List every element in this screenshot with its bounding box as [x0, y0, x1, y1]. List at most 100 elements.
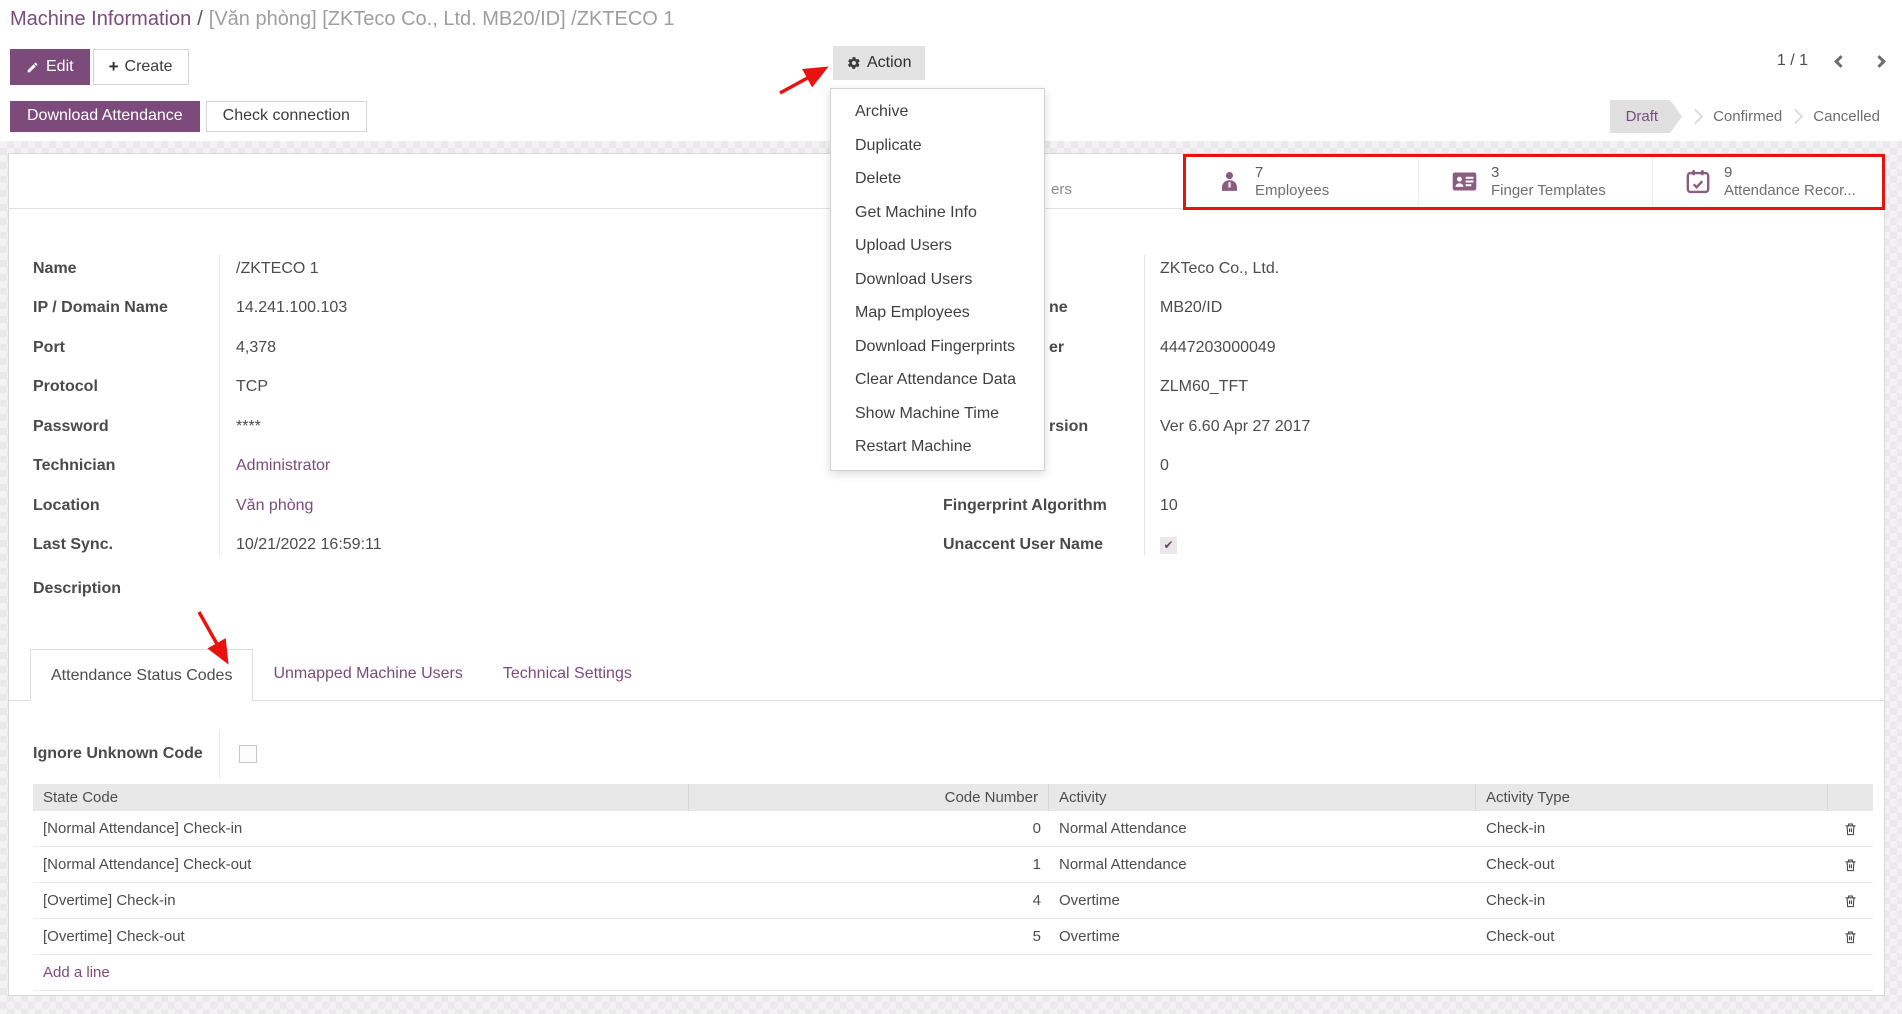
column-header-activity[interactable]: Activity — [1049, 784, 1476, 811]
add-a-line-link[interactable]: Add a line — [33, 955, 1873, 991]
field-label: Technician — [33, 457, 219, 475]
gear-icon — [847, 56, 861, 70]
field-value: ZKTeco Co., Ltd. — [1144, 260, 1279, 278]
ignore-unknown-code-checkbox[interactable] — [239, 745, 257, 763]
action-menu-item[interactable]: Download Users — [831, 263, 1044, 297]
stat-value: 7 — [1255, 164, 1329, 182]
edit-button-label: Edit — [46, 58, 74, 76]
field-label: Port — [33, 339, 219, 357]
stat-button-machine-users-occluded[interactable]: ers — [1051, 181, 1072, 198]
form-field-row: Last Sync. 10/21/2022 16:59:11 — [33, 526, 653, 566]
ignore-unknown-code-label: Ignore Unknown Code — [33, 745, 219, 763]
status-codes-table: State Code Code Number Activity Activity… — [33, 784, 1873, 991]
action-menu-item[interactable]: Show Machine Time — [831, 397, 1044, 431]
cell-state-code: [Overtime] Check-in — [33, 883, 689, 918]
field-value: 10/21/2022 16:59:11 — [219, 536, 382, 554]
status-step-draft[interactable]: Draft — [1610, 100, 1683, 133]
table-row[interactable]: [Normal Attendance] Check-out 1 Normal A… — [33, 847, 1873, 883]
table-row[interactable]: [Overtime] Check-in 4 Overtime Check-in — [33, 883, 1873, 919]
field-value: 4,378 — [219, 339, 276, 357]
statusbar: Draft Confirmed Cancelled — [1610, 99, 1888, 134]
table-body: [Normal Attendance] Check-in 0 Normal At… — [33, 811, 1873, 955]
edit-button[interactable]: Edit — [10, 49, 90, 85]
cell-activity-type: Check-out — [1476, 847, 1828, 882]
field-label: Last Sync. — [33, 536, 219, 554]
field-label: Name — [33, 260, 219, 278]
breadcrumb-section-link[interactable]: Machine Information — [10, 8, 191, 30]
cell-code-number: 0 — [689, 811, 1049, 846]
stat-label: Employees — [1255, 182, 1329, 200]
status-step-confirmed[interactable]: Confirmed — [1713, 108, 1782, 125]
form-field-row: rsion Ver 6.60 Apr 27 2017 — [943, 407, 1685, 447]
action-menu-item[interactable]: Delete — [831, 162, 1044, 196]
notebook-tabs: Attendance Status Codes Unmapped Machine… — [9, 648, 1884, 701]
field-value: Ver 6.60 Apr 27 2017 — [1144, 418, 1310, 436]
table-row[interactable]: [Overtime] Check-out 5 Overtime Check-ou… — [33, 919, 1873, 955]
action-menu-item[interactable]: Restart Machine — [831, 430, 1044, 464]
form-field-row: Port 4,378 — [33, 328, 653, 368]
delete-row-button[interactable] — [1843, 893, 1858, 909]
form-field-row: 0 — [943, 447, 1685, 487]
delete-row-button[interactable] — [1843, 821, 1858, 837]
download-attendance-button[interactable]: Download Attendance — [10, 101, 200, 132]
action-button[interactable]: Action — [833, 46, 925, 80]
statusbar-chevron-icon — [1788, 109, 1804, 125]
ignore-unknown-code-row: Ignore Unknown Code — [33, 734, 653, 774]
field-value: 10 — [1144, 497, 1178, 515]
column-header-code-number[interactable]: Code Number — [689, 784, 1049, 811]
status-step-cancelled[interactable]: Cancelled — [1813, 108, 1880, 125]
tab-unmapped-machine-users[interactable]: Unmapped Machine Users — [253, 648, 482, 700]
pager: 1 / 1 — [1777, 52, 1884, 70]
stat-button-employees[interactable]: 7 Employees — [1184, 154, 1418, 209]
table-row[interactable]: [Normal Attendance] Check-in 0 Normal At… — [33, 811, 1873, 847]
tab-technical-settings[interactable]: Technical Settings — [483, 648, 652, 700]
form-field-row: Name /ZKTECO 1 — [33, 249, 653, 289]
plus-icon: + — [109, 57, 119, 77]
column-header-state-code[interactable]: State Code — [33, 784, 689, 811]
stat-button-attendance-records[interactable]: 9 Attendance Recor... — [1652, 154, 1886, 209]
cell-activity: Overtime — [1049, 883, 1476, 918]
stat-value: 3 — [1491, 164, 1606, 182]
action-menu-item[interactable]: Get Machine Info — [831, 196, 1044, 230]
check-connection-button[interactable]: Check connection — [206, 101, 367, 132]
action-menu-item[interactable]: Archive — [831, 95, 1044, 129]
field-label: rsion — [1049, 418, 1144, 436]
cell-state-code: [Normal Attendance] Check-out — [33, 847, 689, 882]
action-dropdown-menu: Archive Duplicate Delete Get Machine Inf… — [830, 88, 1045, 471]
field-value: /ZKTECO 1 — [219, 260, 319, 278]
field-value: ZLM60_TFT — [1144, 378, 1248, 396]
action-menu-item[interactable]: Map Employees — [831, 296, 1044, 330]
tab-attendance-status-codes[interactable]: Attendance Status Codes — [30, 649, 253, 701]
checked-checkbox[interactable]: ✔ — [1160, 537, 1177, 554]
create-button[interactable]: + Create — [93, 49, 189, 85]
field-value: MB20/ID — [1144, 299, 1222, 317]
field-value: **** — [219, 418, 261, 436]
delete-row-button[interactable] — [1843, 857, 1858, 873]
pager-previous-icon[interactable] — [1834, 55, 1847, 68]
cell-code-number: 1 — [689, 847, 1049, 882]
employee-icon — [1217, 168, 1242, 195]
stat-value: 9 — [1724, 164, 1856, 182]
action-menu-item[interactable]: Duplicate — [831, 129, 1044, 163]
form-field-row: er 4447203000049 — [943, 328, 1685, 368]
stat-buttons: 7 Employees 3 Finger Templates — [1184, 154, 1886, 209]
action-menu-item[interactable]: Download Fingerprints — [831, 330, 1044, 364]
field-label: er — [1049, 339, 1144, 357]
machine-information-page: { "colors": { "accent": "#7c4b7c", "anno… — [0, 0, 1902, 1014]
field-value: Văn phòng — [219, 497, 313, 515]
pager-next-icon[interactable] — [1873, 55, 1886, 68]
action-menu-item[interactable]: Upload Users — [831, 229, 1044, 263]
cell-state-code: [Overtime] Check-out — [33, 919, 689, 954]
action-menu-item[interactable]: Clear Attendance Data — [831, 363, 1044, 397]
cell-activity-type: Check-in — [1476, 883, 1828, 918]
field-label: Fingerprint Algorithm — [943, 497, 1144, 515]
column-header-activity-type[interactable]: Activity Type — [1476, 784, 1828, 811]
form-left-column: Name /ZKTECO 1 IP / Domain Name 14.241.1… — [33, 249, 653, 565]
description-label: Description — [33, 580, 121, 598]
delete-row-button[interactable] — [1843, 929, 1858, 945]
breadcrumb: Machine Information/[Văn phòng] [ZKTeco … — [10, 8, 675, 31]
stat-button-finger-templates[interactable]: 3 Finger Templates — [1418, 154, 1652, 209]
action-button-label: Action — [867, 54, 911, 72]
form-field-row: Unaccent User Name ✔ — [943, 526, 1685, 566]
field-value: 4447203000049 — [1144, 339, 1276, 357]
